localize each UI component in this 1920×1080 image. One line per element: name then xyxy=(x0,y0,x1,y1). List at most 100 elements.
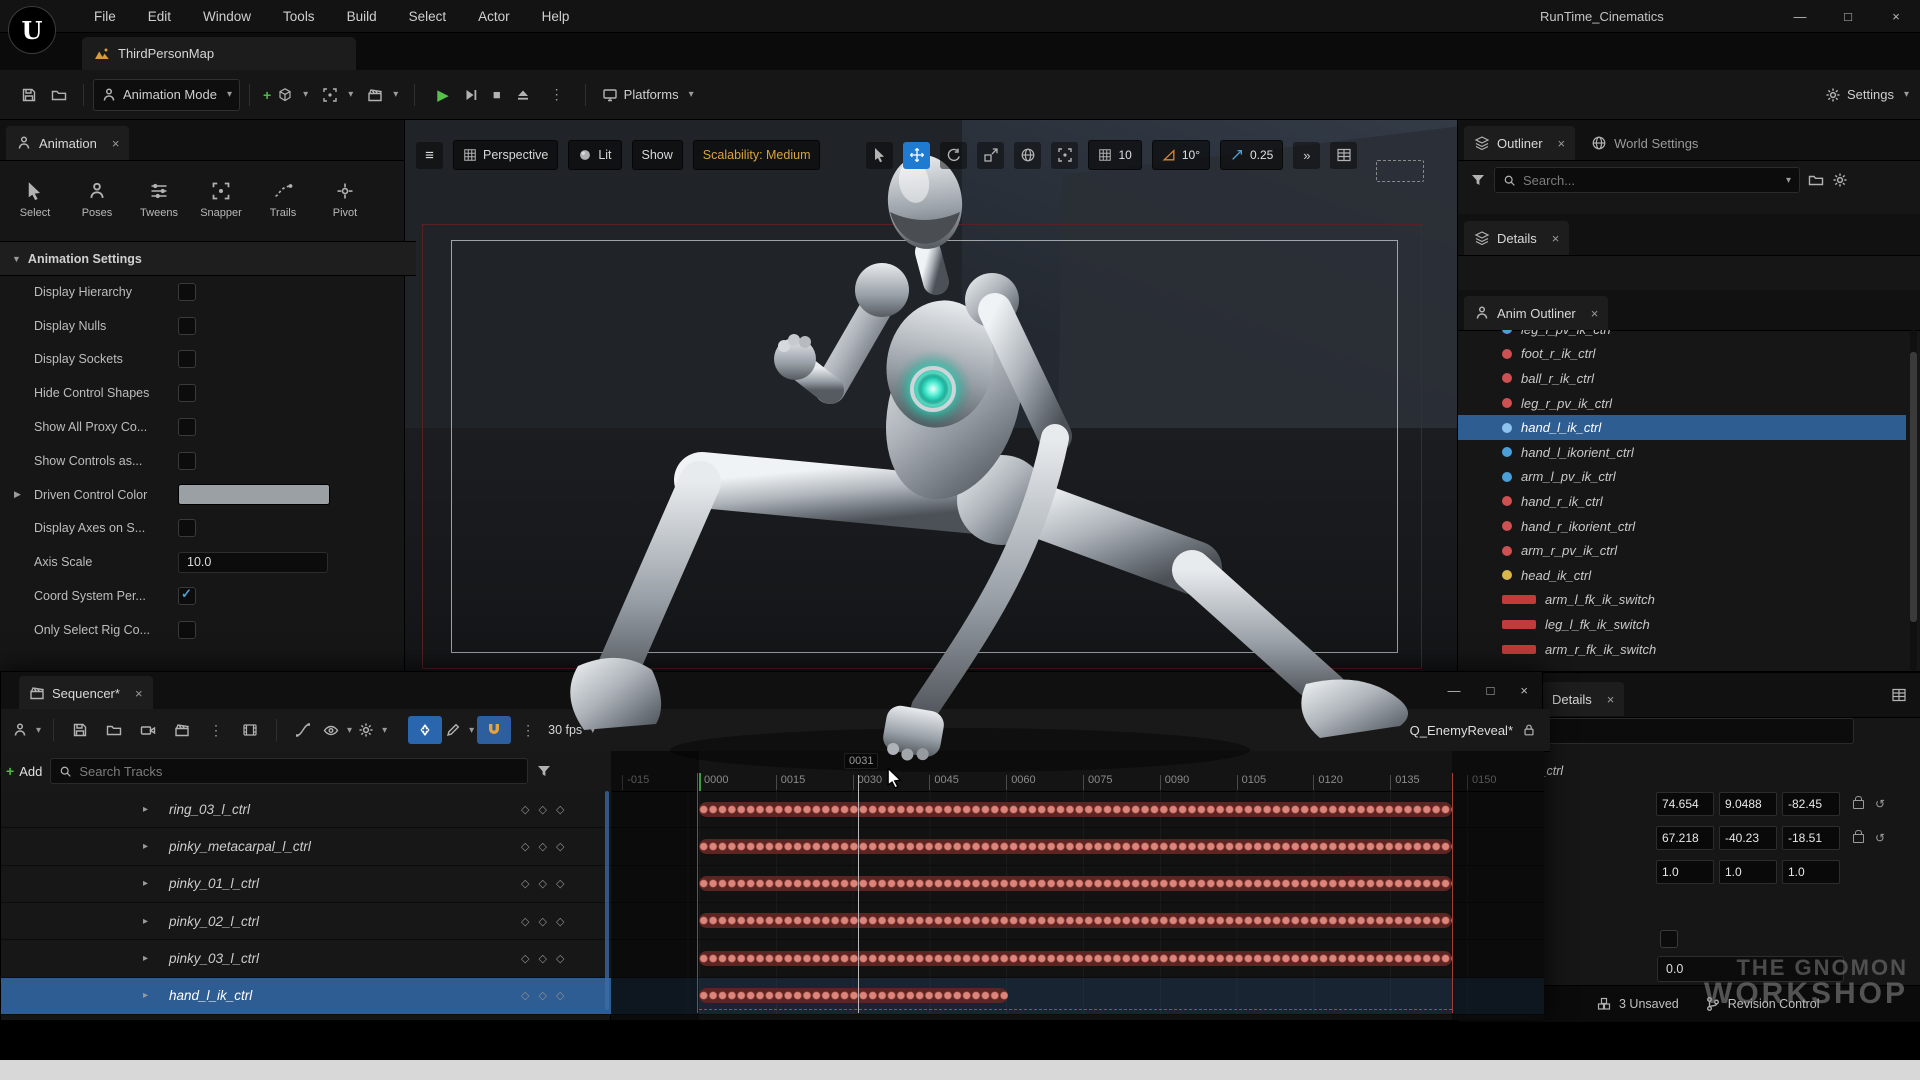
prev-key-button[interactable]: ◇ xyxy=(521,989,529,1002)
close-icon[interactable]: × xyxy=(1558,136,1566,151)
tab-world-settings[interactable]: World Settings xyxy=(1581,126,1708,160)
next-key-button[interactable]: ◇ xyxy=(556,915,564,928)
eject-button[interactable] xyxy=(508,80,538,110)
menu-item-file[interactable]: File xyxy=(82,0,128,32)
add-track-button[interactable]: + Add xyxy=(9,763,42,779)
expander-icon[interactable]: ▸ xyxy=(143,878,148,889)
unreal-logo-icon[interactable]: U xyxy=(8,6,56,54)
outliner-search-input[interactable]: Search... ▾ xyxy=(1494,167,1800,193)
frame-skip-button[interactable] xyxy=(456,80,486,110)
add-key-button[interactable]: ◇ xyxy=(538,877,546,890)
video-progress-bar[interactable] xyxy=(0,1060,1920,1080)
tab-animation[interactable]: Animation × xyxy=(6,126,129,160)
tab-anim-outliner[interactable]: Anim Outliner × xyxy=(1464,296,1608,330)
value-field[interactable]: 9.0488 xyxy=(1719,792,1777,816)
editor-mode-dropdown[interactable]: Animation Mode ▾ xyxy=(93,79,240,111)
setting-checkbox[interactable] xyxy=(178,418,196,436)
stop-button[interactable]: ■ xyxy=(486,80,508,110)
menu-item-tools[interactable]: Tools xyxy=(271,0,327,32)
scale-snap-button[interactable]: 0.25 xyxy=(1220,140,1283,170)
playhead-frame-label[interactable]: 0031 xyxy=(844,753,878,769)
tab-details-bottom[interactable]: Details × xyxy=(1542,682,1624,716)
track-row[interactable]: ▸pinky_01_l_ctrl◇◇◇ xyxy=(1,866,611,903)
auto-key-dropdown[interactable]: ▾ xyxy=(442,716,477,744)
table-view-icon[interactable] xyxy=(1891,687,1907,703)
lock-icon[interactable] xyxy=(1853,834,1864,843)
setting-input[interactable]: 10.0 xyxy=(178,552,328,573)
menu-item-help[interactable]: Help xyxy=(530,0,582,32)
expander-icon[interactable]: ▸ xyxy=(143,916,148,927)
maximize-icon[interactable]: □ xyxy=(1487,683,1495,698)
value-field[interactable]: -82.45 xyxy=(1782,792,1840,816)
animation-settings-header[interactable]: ▼ Animation Settings xyxy=(0,241,416,276)
playhead-line[interactable] xyxy=(858,775,859,1013)
menu-item-actor[interactable]: Actor xyxy=(466,0,522,32)
grid-snap-button[interactable]: 10 xyxy=(1088,140,1141,170)
blueprints-dropdown[interactable]: ▾ xyxy=(315,80,360,110)
track-row[interactable]: ▸pinky_03_l_ctrl◇◇◇ xyxy=(1,940,611,977)
lit-dropdown[interactable]: Lit xyxy=(568,140,621,170)
value-field[interactable]: 1.0 xyxy=(1782,860,1840,884)
filter-icon[interactable] xyxy=(1470,172,1486,188)
move-tool-button[interactable] xyxy=(903,142,930,169)
expander-icon[interactable]: ▸ xyxy=(143,953,148,964)
anim-outliner-item[interactable]: hand_r_ikorient_ctrl xyxy=(1458,514,1906,539)
value-field[interactable]: 67.218 xyxy=(1656,826,1714,850)
select-tool-button[interactable] xyxy=(866,142,893,169)
value-field[interactable]: -18.51 xyxy=(1782,826,1840,850)
lock-icon[interactable] xyxy=(1853,800,1864,809)
close-icon[interactable]: × xyxy=(1591,306,1599,321)
keyframe-band[interactable] xyxy=(699,839,1452,854)
anim-outliner-item[interactable]: leg_l_pv_ik_ctrl xyxy=(1458,330,1906,342)
next-key-button[interactable]: ◇ xyxy=(556,877,564,890)
anim-tool-select[interactable]: Select xyxy=(4,167,66,233)
anim-outliner-item[interactable]: head_ik_ctrl xyxy=(1458,563,1906,588)
anim-outliner-item[interactable]: arm_r_pv_ik_ctrl xyxy=(1458,538,1906,563)
track-filter-icon[interactable] xyxy=(536,763,552,779)
save-button[interactable] xyxy=(14,80,44,110)
anim-outliner-item[interactable]: foot_r_ik_ctrl xyxy=(1458,342,1906,367)
play-button[interactable]: ▶ xyxy=(424,80,456,110)
create-camera-button[interactable] xyxy=(131,716,165,744)
anim-outliner-item[interactable]: hand_r_ik_ctrl xyxy=(1458,489,1906,514)
reset-icon[interactable]: ↺ xyxy=(1875,797,1885,811)
add-actor-dropdown[interactable]: +▾ xyxy=(259,80,315,110)
minimize-button[interactable]: — xyxy=(1776,0,1824,32)
next-key-button[interactable]: ◇ xyxy=(556,989,564,1002)
timeline-ruler[interactable]: -015000000150030004500600075009001050120… xyxy=(611,751,1544,792)
reset-icon[interactable]: ↺ xyxy=(1875,831,1885,845)
anim-outliner-item[interactable]: leg_l_fk_ik_switch xyxy=(1458,612,1906,637)
cinematics-dropdown[interactable]: ▾ xyxy=(360,80,405,110)
menu-item-select[interactable]: Select xyxy=(397,0,459,32)
maximize-button[interactable]: □ xyxy=(1824,0,1872,32)
setting-checkbox[interactable] xyxy=(178,587,196,605)
close-icon[interactable]: × xyxy=(1552,231,1560,246)
track-row[interactable]: ▸pinky_metacarpal_l_ctrl◇◇◇ xyxy=(1,828,611,865)
outliner-settings-gear-icon[interactable] xyxy=(1832,172,1848,188)
rotate-tool-button[interactable] xyxy=(940,142,967,169)
sequencer-timeline[interactable]: -015000000150030004500600075009001050120… xyxy=(611,751,1544,1020)
anim-tool-pivot[interactable]: Pivot xyxy=(314,167,376,233)
keyframe-band[interactable] xyxy=(699,951,1452,966)
anim-outliner-item[interactable]: hand_l_ik_ctrl xyxy=(1458,415,1906,440)
add-keyframe-button[interactable] xyxy=(408,716,442,744)
menu-item-window[interactable]: Window xyxy=(191,0,263,32)
track-row[interactable]: ▸pinky_02_l_ctrl◇◇◇ xyxy=(1,903,611,940)
next-key-button[interactable]: ◇ xyxy=(556,952,564,965)
add-key-button[interactable]: ◇ xyxy=(538,952,546,965)
sequencer-vertical-scrollbar[interactable] xyxy=(605,791,609,1010)
camera-speed-button[interactable]: » xyxy=(1293,142,1320,169)
setting-checkbox[interactable] xyxy=(178,384,196,402)
expander-icon[interactable]: ▸ xyxy=(143,990,148,1001)
snapping-options-button[interactable]: ⋮ xyxy=(511,716,545,744)
add-key-button[interactable]: ◇ xyxy=(538,840,546,853)
setting-checkbox[interactable] xyxy=(178,621,196,639)
value-field[interactable]: -40.23 xyxy=(1719,826,1777,850)
prev-key-button[interactable]: ◇ xyxy=(521,877,529,890)
anim-outliner-item[interactable]: leg_r_pv_ik_ctrl xyxy=(1458,391,1906,416)
setting-checkbox[interactable] xyxy=(178,519,196,537)
new-folder-icon[interactable] xyxy=(1808,172,1824,188)
prev-key-button[interactable]: ◇ xyxy=(521,952,529,965)
lock-icon[interactable] xyxy=(1522,723,1536,737)
details-checkbox[interactable] xyxy=(1660,930,1678,948)
